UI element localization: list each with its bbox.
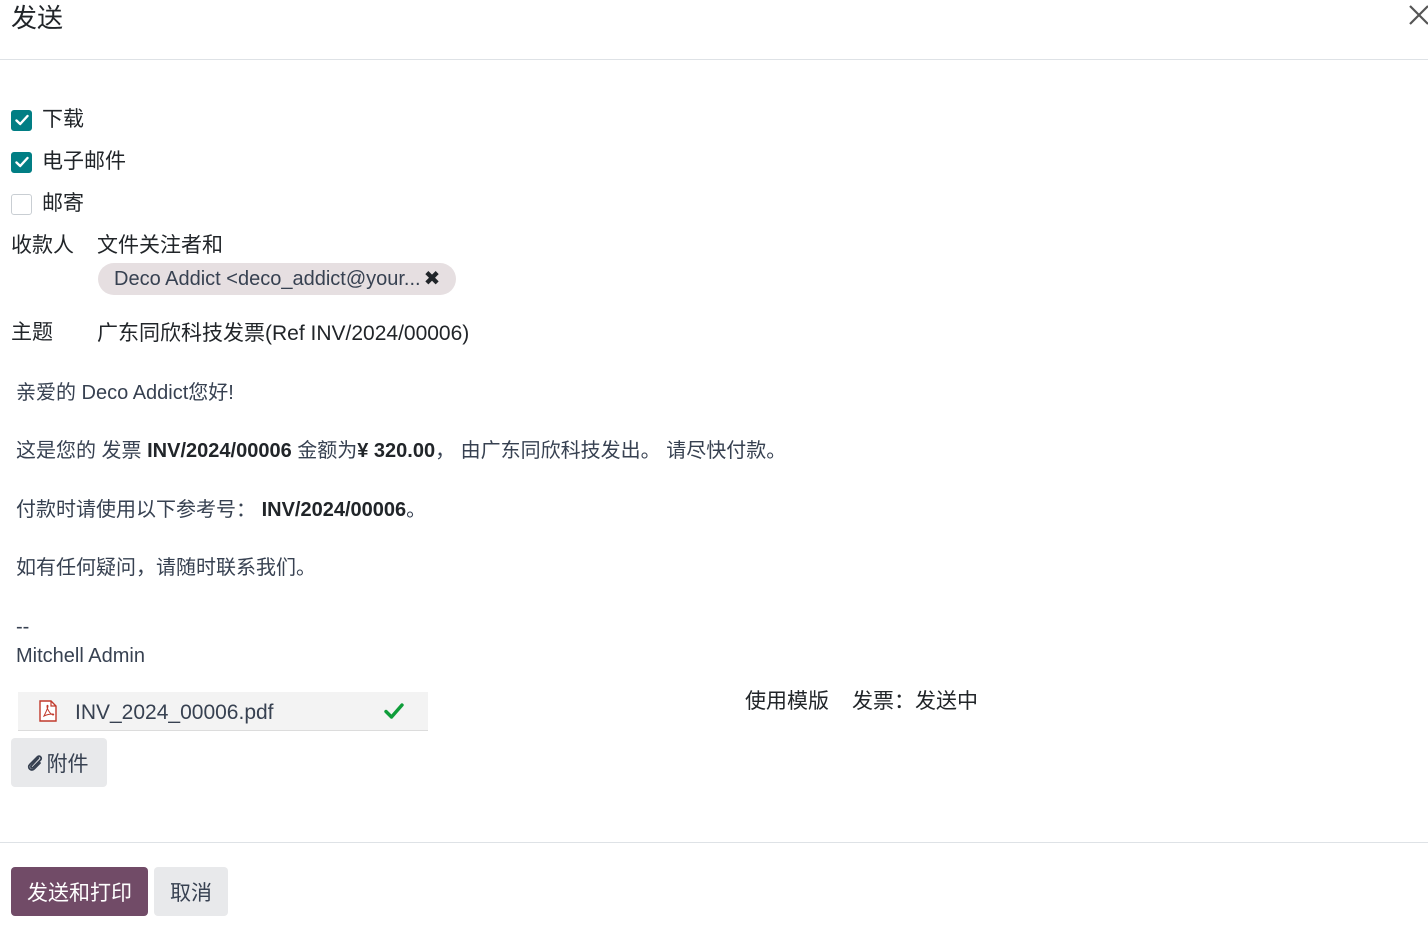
body-reference-number: INV/2024/00006 xyxy=(261,499,407,521)
option-post[interactable]: 邮寄 xyxy=(11,192,84,216)
dialog-header: 发送 xyxy=(0,0,1428,60)
close-button[interactable] xyxy=(1400,0,1428,34)
recipient-tag[interactable]: Deco Addict <deco_addict@your... ✖ xyxy=(98,263,457,295)
post-label: 邮寄 xyxy=(42,192,84,215)
body-line-reference: 付款时请使用以下参考号： INV/2024/00006。 xyxy=(16,497,426,523)
dialog-footer: 发送和打印 取消 xyxy=(0,842,1428,937)
attach-file-button[interactable]: 附件 xyxy=(11,738,107,787)
recipient-tag-text: Deco Addict <deco_addict@your... xyxy=(114,267,421,290)
dialog-title: 发送 xyxy=(11,3,64,33)
option-email[interactable]: 电子邮件 xyxy=(11,150,126,174)
subject-input[interactable]: 广东同欣科技发票(Ref INV/2024/00006) xyxy=(97,321,469,347)
body-line2-part2: 。 xyxy=(406,499,427,521)
post-checkbox[interactable] xyxy=(11,193,32,215)
body-line1-part2: 金额为 xyxy=(291,440,358,462)
download-label: 下载 xyxy=(42,108,84,131)
email-checkbox[interactable] xyxy=(11,151,32,173)
close-icon xyxy=(1409,5,1428,25)
body-amount: ¥ 320.00 xyxy=(357,440,436,462)
check-icon xyxy=(384,703,404,719)
download-checkbox[interactable] xyxy=(11,109,32,131)
recipients-prefix: 文件关注者和 xyxy=(97,234,223,257)
send-dialog: 发送 下载 电子邮件 邮寄 收款人 文件关注者和 Deco Addict <de… xyxy=(0,0,1428,937)
template-select[interactable]: 发票：发送中 xyxy=(852,689,978,715)
body-line-contact: 如有任何疑问，请随时联系我们。 xyxy=(16,557,316,579)
paperclip-icon xyxy=(27,754,42,771)
checkmark-icon xyxy=(14,114,29,126)
template-label: 使用模版 xyxy=(745,690,829,713)
option-download[interactable]: 下载 xyxy=(11,108,84,132)
attach-file-label: 附件 xyxy=(46,752,89,776)
cancel-button[interactable]: 取消 xyxy=(154,867,228,916)
body-greeting: 亲爱的 Deco Addict您好! xyxy=(16,382,234,404)
body-signature-name: Mitchell Admin xyxy=(16,645,145,667)
email-label: 电子邮件 xyxy=(42,150,126,173)
body-line2-part1: 付款时请使用以下参考号： xyxy=(16,499,262,521)
body-signature-separator: -- xyxy=(16,616,30,638)
recipient-tag-remove-button[interactable]: ✖ xyxy=(424,269,441,289)
subject-label: 主题 xyxy=(11,321,53,344)
body-line-invoice: 这是您的 发票 INV/2024/00006 金额为¥ 320.00， 由广东同… xyxy=(16,438,786,464)
body-line1-part1: 这是您的 发票 xyxy=(16,440,148,462)
attachment-item[interactable]: INV_2024_00006.pdf xyxy=(18,692,428,731)
pdf-file-icon xyxy=(39,700,57,722)
body-line1-part3: ， 由广东同欣科技发出。 请尽快付款。 xyxy=(435,440,787,462)
attachment-filename: INV_2024_00006.pdf xyxy=(75,701,274,724)
remove-x-icon: ✖ xyxy=(423,268,441,290)
recipients-label: 收款人 xyxy=(11,234,74,257)
send-and-print-button[interactable]: 发送和打印 xyxy=(11,867,148,916)
body-invoice-number: INV/2024/00006 xyxy=(147,440,292,462)
checkmark-icon xyxy=(14,156,29,168)
